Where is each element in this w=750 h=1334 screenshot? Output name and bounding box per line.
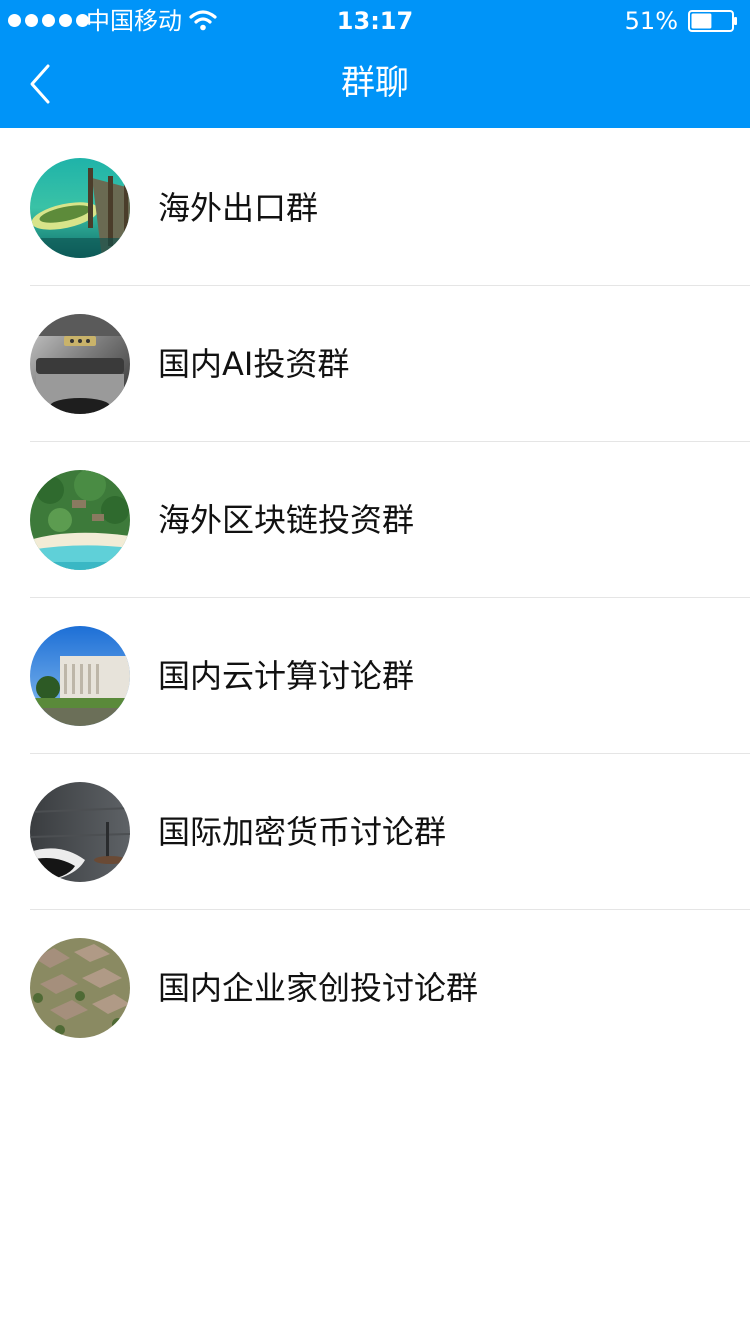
battery-icon [688,10,737,32]
header: 中国移动 13:17 51% 群聊 [0,0,750,128]
group-avatar [30,470,130,570]
nav-bar: 群聊 [0,42,750,128]
group-name: 国内企业家创投讨论群 [158,969,479,1007]
island-resort-photo [30,470,130,570]
battery-percent: 51% [624,7,678,35]
group-avatar [30,782,130,882]
group-name: 国内云计算讨论群 [158,657,415,695]
dark-interior-photo [30,782,130,882]
group-avatar [30,158,130,258]
group-item-domestic-vc[interactable]: 国内企业家创投讨论群 [0,910,750,1066]
group-item-domestic-cloud[interactable]: 国内云计算讨论群 [0,598,750,754]
group-list: 海外出口群 国内AI投资群 海外区块链投资群 国内云计算讨论群 国际加密货币讨论… [0,130,750,1066]
group-item-overseas-blockchain[interactable]: 海外区块链投资群 [0,442,750,598]
group-item-overseas-export[interactable]: 海外出口群 [0,130,750,286]
group-avatar [30,626,130,726]
classical-building-photo [30,626,130,726]
metal-machine-photo [30,314,130,414]
group-name: 海外区块链投资群 [158,501,415,539]
page-title: 群聊 [341,63,409,103]
group-name: 国内AI投资群 [158,345,350,383]
group-item-intl-crypto[interactable]: 国际加密货币讨论群 [0,754,750,910]
suburban-houses-photo [30,938,130,1038]
group-name: 国际加密货币讨论群 [158,813,447,851]
group-avatar [30,938,130,1038]
status-bar: 中国移动 13:17 51% [0,0,750,42]
group-name: 海外出口群 [158,189,319,227]
group-item-domestic-ai[interactable]: 国内AI投资群 [0,286,750,442]
group-avatar [30,314,130,414]
boat-dock-photo [30,158,130,258]
